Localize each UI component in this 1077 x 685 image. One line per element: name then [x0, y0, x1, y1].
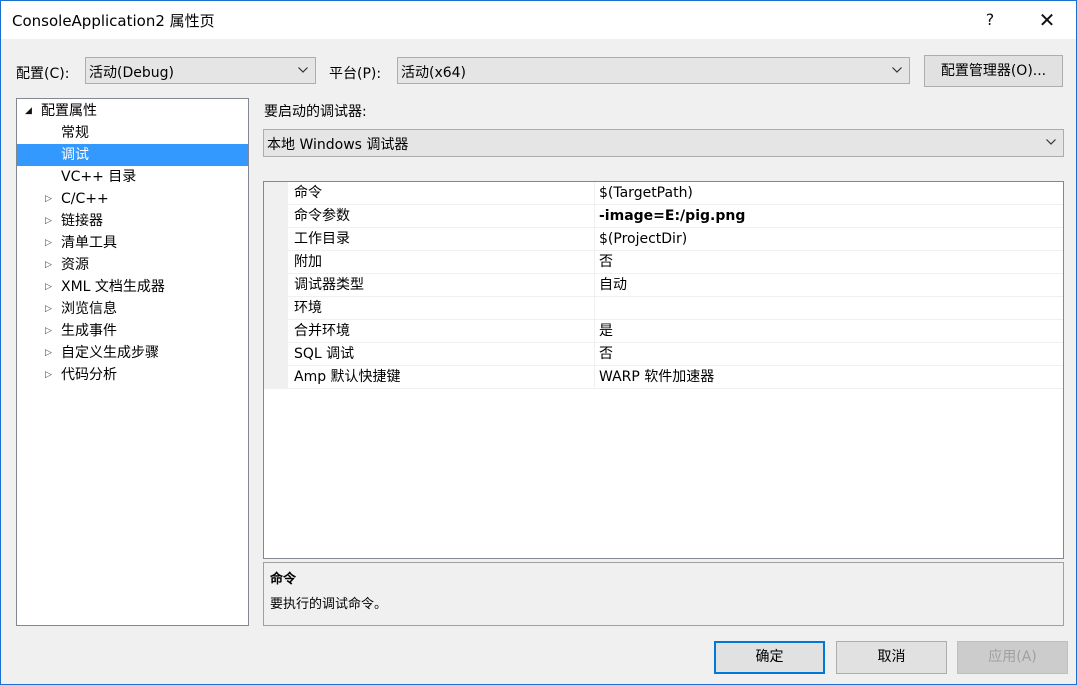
tree-item-label: 生成事件 [61, 323, 117, 339]
row-gutter [264, 205, 288, 228]
platform-value: 活动(x64) [401, 65, 467, 81]
description-text: 要执行的调试命令。 [270, 597, 388, 612]
tree-item[interactable]: ▷ 自定义生成步骤 [17, 342, 248, 364]
property-tree[interactable]: ◢ 配置属性 常规 调试 VC++ 目录 ▷ C/C++ ▷ 链接器 ▷ 清单工具 ▷ 资源 ▷ XML… [16, 98, 249, 626]
property-row[interactable]: Amp 默认快捷键 WARP 软件加速器 [264, 366, 1063, 389]
title-bar: ConsoleApplication2 属性页 ? ✕ [1, 1, 1076, 39]
row-gutter [264, 251, 288, 274]
property-value[interactable]: -image=E:/pig.png [595, 205, 1063, 228]
help-button[interactable]: ? [967, 1, 1013, 39]
tree-item[interactable]: ▷ 清单工具 [17, 232, 248, 254]
property-name[interactable]: 命令参数 [288, 205, 595, 228]
tree-item-label: VC++ 目录 [61, 169, 137, 185]
tree-root[interactable]: ◢ 配置属性 [17, 100, 248, 122]
property-value[interactable]: 是 [595, 320, 1063, 343]
tree-item[interactable]: ▷ C/C++ [17, 188, 248, 210]
row-gutter [264, 366, 288, 389]
tree-item[interactable]: ▷ XML 文档生成器 [17, 276, 248, 298]
description-title: 命令 [270, 572, 297, 587]
property-name[interactable]: 工作目录 [288, 228, 595, 251]
tree-item-label: 常规 [61, 125, 89, 141]
tree-root-label: 配置属性 [41, 103, 97, 119]
property-row[interactable]: 调试器类型 自动 [264, 274, 1063, 297]
tree-item[interactable]: 调试 [17, 144, 248, 166]
row-gutter [264, 228, 288, 251]
config-manager-button[interactable]: 配置管理器(O)... [924, 55, 1063, 87]
config-value: 活动(Debug) [89, 65, 174, 81]
debugger-label: 要启动的调试器: [264, 104, 367, 120]
debugger-dropdown[interactable]: 本地 Windows 调试器 [263, 129, 1064, 157]
chevron-down-icon [298, 67, 308, 73]
tree-item[interactable]: ▷ 资源 [17, 254, 248, 276]
collapsed-triangle-icon[interactable]: ▷ [45, 298, 57, 320]
collapsed-triangle-icon[interactable]: ▷ [45, 188, 57, 210]
property-value[interactable]: 否 [595, 251, 1063, 274]
property-name[interactable]: 调试器类型 [288, 274, 595, 297]
tree-item-label: XML 文档生成器 [61, 279, 165, 295]
chevron-down-icon [892, 67, 902, 73]
collapsed-triangle-icon[interactable]: ▷ [45, 320, 57, 342]
property-name[interactable]: 合并环境 [288, 320, 595, 343]
property-grid[interactable]: 命令 $(TargetPath) 命令参数 -image=E:/pig.png 工作目录… [263, 181, 1064, 559]
tree-item-label: 清单工具 [61, 235, 117, 251]
property-name[interactable]: 命令 [288, 182, 595, 205]
tree-item[interactable]: ▷ 代码分析 [17, 364, 248, 386]
config-dropdown[interactable]: 活动(Debug) [85, 57, 316, 84]
property-value[interactable]: 自动 [595, 274, 1063, 297]
row-gutter [264, 182, 288, 205]
config-label: 配置(C): [16, 66, 70, 82]
tree-item-label: C/C++ [61, 191, 109, 207]
collapsed-triangle-icon[interactable]: ▷ [45, 232, 57, 254]
tree-item-label: 链接器 [61, 213, 103, 229]
tree-item-label: 资源 [61, 257, 89, 273]
row-gutter [264, 343, 288, 366]
tree-item[interactable]: 常规 [17, 122, 248, 144]
tree-item[interactable]: ▷ 浏览信息 [17, 298, 248, 320]
property-name[interactable]: 附加 [288, 251, 595, 274]
apply-button[interactable]: 应用(A) [957, 641, 1068, 674]
property-row[interactable]: 命令 $(TargetPath) [264, 182, 1063, 205]
properties-dialog: ConsoleApplication2 属性页 ? ✕ 配置(C): 活动(De… [0, 0, 1077, 685]
collapsed-triangle-icon[interactable]: ▷ [45, 210, 57, 232]
property-name[interactable]: Amp 默认快捷键 [288, 366, 595, 389]
row-gutter [264, 297, 288, 320]
tree-item-label: 自定义生成步骤 [61, 345, 159, 361]
property-row[interactable]: 附加否 [264, 251, 1063, 274]
collapsed-triangle-icon[interactable]: ▷ [45, 254, 57, 276]
property-value[interactable]: $(TargetPath) [595, 182, 1063, 205]
tree-item[interactable]: VC++ 目录 [17, 166, 248, 188]
collapsed-triangle-icon[interactable]: ▷ [45, 342, 57, 364]
property-value[interactable]: 否 [595, 343, 1063, 366]
ok-button[interactable]: 确定 [714, 641, 825, 674]
tree-item[interactable]: ▷ 生成事件 [17, 320, 248, 342]
property-row[interactable]: 命令参数 -image=E:/pig.png [264, 205, 1063, 228]
platform-label: 平台(P): [329, 66, 382, 82]
tree-item-label: 浏览信息 [61, 301, 117, 317]
property-name[interactable]: SQL 调试 [288, 343, 595, 366]
chevron-down-icon [1046, 139, 1056, 145]
property-row[interactable]: 工作目录 $(ProjectDir) [264, 228, 1063, 251]
row-gutter [264, 320, 288, 343]
tree-item-label: 调试 [61, 147, 89, 163]
platform-dropdown[interactable]: 活动(x64) [397, 57, 910, 84]
property-row[interactable]: 合并环境是 [264, 320, 1063, 343]
row-gutter [264, 274, 288, 297]
property-value[interactable]: WARP 软件加速器 [595, 366, 1063, 389]
property-value[interactable]: $(ProjectDir) [595, 228, 1063, 251]
tree-item[interactable]: ▷ 链接器 [17, 210, 248, 232]
property-value[interactable] [595, 297, 1063, 320]
collapsed-triangle-icon[interactable]: ▷ [45, 364, 57, 386]
tree-item-label: 代码分析 [61, 367, 117, 383]
property-row[interactable]: SQL 调试否 [264, 343, 1063, 366]
window-title: ConsoleApplication2 属性页 [12, 12, 215, 30]
debugger-value: 本地 Windows 调试器 [267, 137, 409, 153]
close-button[interactable]: ✕ [1024, 1, 1070, 39]
expanded-triangle-icon[interactable]: ◢ [25, 100, 37, 122]
property-name[interactable]: 环境 [288, 297, 595, 320]
cancel-button[interactable]: 取消 [836, 641, 947, 674]
collapsed-triangle-icon[interactable]: ▷ [45, 276, 57, 298]
description-panel: 命令 要执行的调试命令。 [263, 562, 1064, 626]
property-row[interactable]: 环境 [264, 297, 1063, 320]
